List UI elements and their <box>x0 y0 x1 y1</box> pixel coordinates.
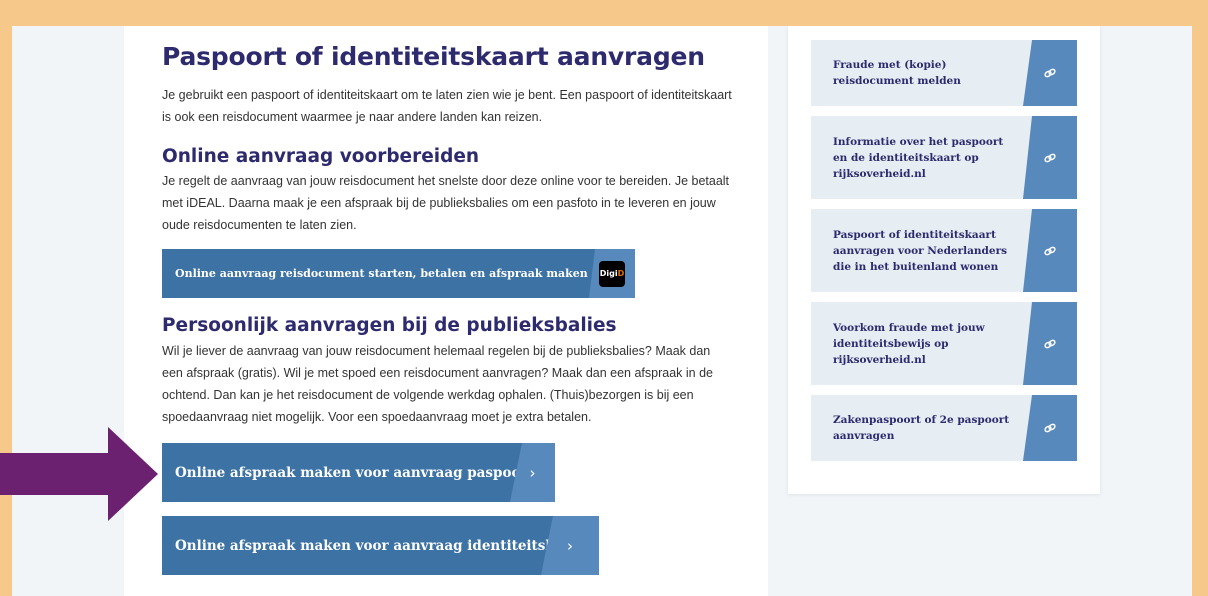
appointment-idcard-button[interactable]: Online afspraak maken voor aanvraag iden… <box>162 516 599 575</box>
related-link-info-rijksoverheid[interactable]: Informatie over het paspoort en de ident… <box>811 116 1077 199</box>
appointment-idcard-label: Online afspraak maken voor aanvraag iden… <box>175 537 586 554</box>
related-link-abroad[interactable]: Paspoort of identiteitskaart aanvragen v… <box>811 209 1077 292</box>
personal-section-text: Wil je liever de aanvraag van jouw reisd… <box>162 344 714 424</box>
main-content-column: Paspoort of identiteitskaart aanvragen J… <box>124 26 768 596</box>
chevron-right-icon: › <box>541 516 599 575</box>
related-link-label: Fraude met (kopie) reisdocument melden <box>833 59 961 87</box>
related-link-label: Informatie over het paspoort en de ident… <box>833 135 1004 180</box>
page-title: Paspoort of identiteitskaart aanvragen <box>162 42 705 71</box>
related-link-fraud-report[interactable]: Fraude met (kopie) reisdocument melden <box>811 40 1077 106</box>
online-section-text: Je regelt de aanvraag van jouw reisdocum… <box>162 174 730 232</box>
appointment-passport-label: Online afspraak maken voor aanvraag pasp… <box>175 464 534 481</box>
page-frame: Paspoort of identiteitskaart aanvragen J… <box>12 26 1192 596</box>
related-link-label: Voorkom fraude met jouw identiteitsbewij… <box>833 321 985 366</box>
chevron-right-icon: › <box>510 443 555 502</box>
link-icon <box>1023 302 1077 385</box>
related-link-business-passport[interactable]: Zakenpaspoort of 2e paspoort aanvragen <box>811 395 1077 461</box>
intro-text: Je gebruikt een paspoort of identiteitsk… <box>162 88 732 124</box>
link-icon <box>1023 209 1077 292</box>
related-link-label: Zakenpaspoort of 2e paspoort aanvragen <box>833 414 1010 442</box>
digid-logo-panel: Digi D <box>589 249 635 298</box>
personal-section-heading: Persoonlijk aanvragen bij de publieksbal… <box>162 315 617 336</box>
appointment-passport-button[interactable]: Online afspraak maken voor aanvraag pasp… <box>162 443 555 502</box>
link-icon <box>1023 116 1077 199</box>
related-link-prevent-fraud[interactable]: Voorkom fraude met jouw identiteitsbewij… <box>811 302 1077 385</box>
link-icon <box>1023 395 1077 461</box>
digid-logo: Digi D <box>599 260 625 287</box>
digid-start-button[interactable]: Online aanvraag reisdocument starten, be… <box>162 249 635 298</box>
digid-start-button-label: Online aanvraag reisdocument starten, be… <box>175 267 635 280</box>
online-section-heading: Online aanvraag voorbereiden <box>162 146 480 167</box>
link-icon <box>1023 40 1077 106</box>
pointer-arrow-icon <box>0 427 158 521</box>
related-link-label: Paspoort of identiteitskaart aanvragen v… <box>833 228 1008 273</box>
related-links-sidebar: Fraude met (kopie) reisdocument melden I… <box>788 26 1100 494</box>
